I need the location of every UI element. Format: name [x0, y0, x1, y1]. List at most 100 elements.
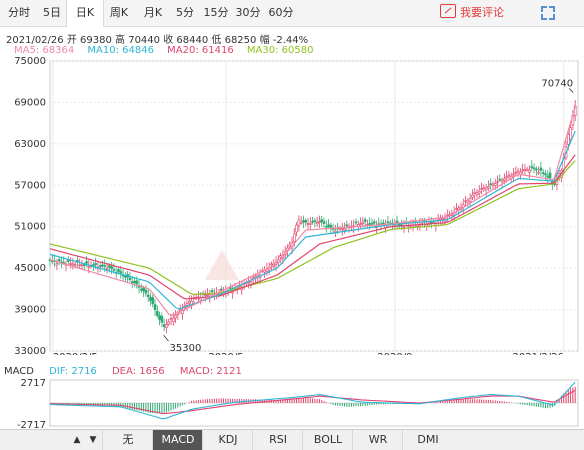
candle [521, 163, 524, 174]
candle [156, 305, 159, 319]
candle [181, 303, 184, 320]
candle [162, 318, 166, 332]
scroll-left-button[interactable]: ▲ [70, 433, 84, 447]
y-tick-label: 75000 [14, 56, 46, 67]
x-tick-label: 2020/9 [377, 352, 412, 355]
indicator-tab-3[interactable]: RSI [252, 430, 303, 450]
candle [359, 217, 362, 230]
candle [140, 283, 143, 294]
candle [78, 258, 81, 269]
indicator-tab-0[interactable]: 无 [102, 430, 153, 450]
candle [315, 216, 319, 228]
candle [324, 220, 328, 233]
candle [256, 269, 260, 282]
candle [498, 174, 502, 182]
candle [149, 292, 152, 306]
candle [459, 202, 463, 212]
candle [468, 193, 472, 208]
macd-title: MACD [4, 366, 34, 377]
y-tick-label: 69000 [14, 97, 46, 108]
candle [160, 312, 164, 327]
feedback-button[interactable]: 我要评论 [440, 3, 504, 23]
indicator-tab-4[interactable]: BOLL [302, 430, 353, 450]
y-tick-label: 51000 [14, 222, 46, 233]
indicator-tab-5[interactable]: WR [352, 430, 403, 450]
candle [306, 218, 310, 230]
y-tick-label: 63000 [14, 139, 46, 150]
tab-3[interactable]: 周K [102, 0, 136, 26]
candle [313, 217, 317, 228]
candle [322, 217, 326, 228]
candle [327, 219, 330, 229]
expand-icon[interactable] [541, 6, 555, 20]
candle [434, 217, 438, 232]
scroll-right-button[interactable]: ▼ [86, 433, 100, 447]
y-tick-label: 33000 [14, 346, 46, 355]
tab-2[interactable]: 日K [66, 0, 104, 27]
candle [295, 222, 298, 237]
tab-4[interactable]: 月K [136, 0, 170, 26]
candle [98, 262, 102, 272]
candle [153, 298, 157, 316]
dif-label: DIF: 2716 [49, 366, 97, 377]
candle [320, 215, 324, 227]
candle [532, 163, 536, 174]
kline-chart[interactable]: 75000 69000 63000 57000 51000 45000 39000 33000… [0, 55, 584, 355]
candle [535, 166, 538, 176]
candle [55, 259, 59, 271]
indicator-tab-1[interactable]: MACD [152, 430, 203, 450]
tab-1[interactable]: 5日 [38, 0, 66, 26]
quote-info: 2021/02/26 开 69380 高 70440 收 68440 低 682… [6, 31, 308, 46]
candle [473, 188, 476, 200]
macd-legend: MACD DIF: 2716 DEA: 1656 MACD: 2121 [4, 366, 254, 377]
x-tick-label: 2020/2/5 [53, 352, 98, 355]
y-tick-label: 57000 [14, 180, 46, 191]
macd-label: MACD: 2121 [179, 366, 242, 377]
indicator-tab-6[interactable]: DMI [402, 430, 453, 450]
candle [354, 218, 358, 226]
candle [343, 222, 346, 234]
candle [537, 166, 540, 176]
dea-label: DEA: 1656 [111, 366, 165, 377]
candle [489, 178, 492, 190]
tab-8[interactable]: 60分 [264, 0, 298, 26]
candle [477, 185, 481, 199]
edit-icon [440, 4, 456, 18]
candle [299, 216, 303, 225]
min-annotation: 35300 [170, 343, 202, 354]
feedback-label: 我要评论 [460, 6, 504, 19]
candle [124, 272, 127, 282]
candle [165, 318, 168, 334]
candle [304, 218, 308, 227]
candle [174, 310, 177, 323]
tab-5[interactable]: 5分 [170, 0, 200, 26]
y-tick-label: 39000 [14, 305, 46, 316]
macd-chart[interactable]: 2717 -2717 [0, 378, 584, 428]
candle [512, 167, 515, 182]
candle [466, 197, 470, 208]
candle [144, 285, 148, 297]
candle [523, 164, 527, 176]
indicator-tab-2[interactable]: KDJ [202, 430, 253, 450]
tab-0[interactable]: 分时 [0, 0, 38, 26]
candle [500, 177, 504, 189]
candle [66, 255, 70, 266]
tab-6[interactable]: 15分 [200, 0, 232, 26]
period-tab-bar: 分时 5日 日K 周K 月K 5分 15分 30分 60分 我要评论 [0, 0, 584, 27]
candle [541, 168, 545, 178]
candle [530, 160, 534, 172]
candle [48, 257, 52, 267]
macd-y-tick-label: 2717 [21, 378, 46, 389]
candle [297, 215, 301, 232]
candle [151, 294, 155, 308]
x-tick-label: 2021/2/26 [513, 352, 564, 355]
candle [283, 245, 287, 259]
candle [158, 311, 161, 326]
indicator-tab-bar: ▲ ▼ 无 MACD KDJ RSI BOLL WR DMI [0, 429, 584, 450]
candle [308, 217, 312, 231]
tab-7[interactable]: 30分 [232, 0, 264, 26]
candle [167, 318, 171, 327]
candle [146, 288, 150, 302]
candle [509, 172, 513, 182]
candle [210, 288, 214, 296]
